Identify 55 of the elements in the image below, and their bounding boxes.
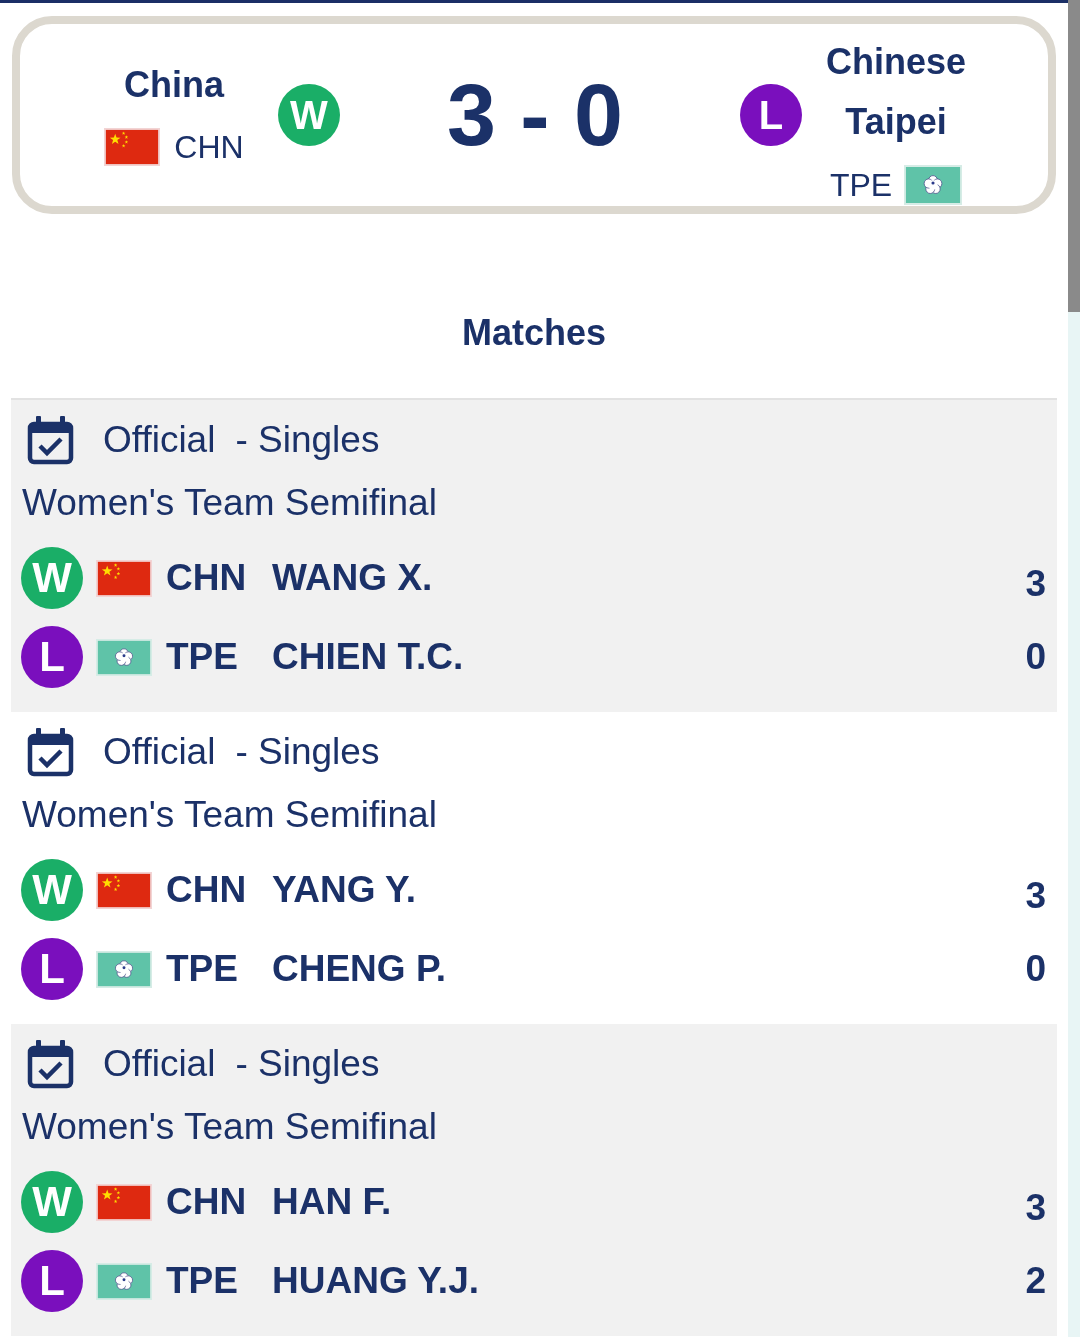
player-score: 3 bbox=[1025, 562, 1046, 606]
match-status: Official bbox=[103, 730, 216, 774]
player-score: 3 bbox=[1025, 874, 1046, 918]
team-code: CHN bbox=[174, 128, 244, 167]
result-badge: L bbox=[740, 84, 802, 146]
scrollbar-thumb[interactable] bbox=[1068, 0, 1080, 312]
match-card[interactable]: Official - Singles Women's Team Semifinal W CHN WANG X. 3 L TPE CHIEN T.C. 0 bbox=[11, 400, 1057, 712]
calendar-check-icon bbox=[27, 727, 74, 777]
result-badge: L bbox=[21, 938, 83, 1000]
star-flag-icon bbox=[96, 559, 152, 597]
country-code: CHN bbox=[166, 1180, 248, 1224]
team-name: China bbox=[124, 63, 224, 107]
player-score: 3 bbox=[1025, 1186, 1046, 1230]
section-title: Matches bbox=[461, 311, 607, 355]
country-code: CHN bbox=[166, 556, 248, 600]
match-type: - Singles bbox=[235, 730, 380, 774]
result-badge: W bbox=[21, 1171, 83, 1233]
match-type: - Singles bbox=[235, 418, 380, 462]
country-code: TPE bbox=[166, 635, 239, 679]
result-badge: L bbox=[21, 626, 83, 688]
match-card[interactable]: Official - Singles Women's Team Semifinal W CHN HAN F. 3 L TPE HUANG Y.J. 2 bbox=[11, 1024, 1057, 1336]
team-code: TPE bbox=[829, 165, 893, 205]
star-flag-icon bbox=[104, 128, 161, 166]
result-badge: L bbox=[21, 1250, 83, 1312]
event-name: Women's Team Semifinal bbox=[22, 1105, 437, 1149]
result-badge: W bbox=[21, 859, 83, 921]
calendar-check-icon bbox=[27, 1039, 74, 1089]
player-score: 0 bbox=[1025, 947, 1046, 991]
country-code: TPE bbox=[166, 1259, 239, 1303]
player-name: CHIEN T.C. bbox=[272, 635, 464, 679]
result-badge: W bbox=[278, 84, 340, 146]
match-score: 3 - 0 bbox=[446, 65, 624, 165]
player-name: WANG X. bbox=[272, 556, 433, 600]
player-name: HAN F. bbox=[272, 1180, 392, 1224]
star-flag-icon bbox=[96, 1183, 152, 1221]
player-score: 2 bbox=[1025, 1259, 1046, 1303]
team-name: Chinese Taipei bbox=[824, 39, 967, 144]
calendar-check-icon bbox=[27, 415, 74, 465]
match-status: Official bbox=[103, 1042, 216, 1086]
blossom-flag-icon bbox=[96, 1262, 152, 1300]
country-code: CHN bbox=[166, 868, 248, 912]
blossom-flag-icon bbox=[904, 164, 963, 205]
player-score: 0 bbox=[1025, 635, 1046, 679]
event-name: Women's Team Semifinal bbox=[22, 481, 437, 525]
result-badge: W bbox=[21, 547, 83, 609]
event-name: Women's Team Semifinal bbox=[22, 793, 437, 837]
player-name: CHENG P. bbox=[272, 947, 447, 991]
match-status: Official bbox=[103, 418, 216, 462]
blossom-flag-icon bbox=[96, 950, 152, 988]
country-code: TPE bbox=[166, 947, 239, 991]
star-flag-icon bbox=[96, 871, 152, 909]
player-name: HUANG Y.J. bbox=[272, 1259, 479, 1303]
match-type: - Singles bbox=[235, 1042, 380, 1086]
blossom-flag-icon bbox=[96, 638, 152, 676]
player-name: YANG Y. bbox=[272, 868, 416, 912]
